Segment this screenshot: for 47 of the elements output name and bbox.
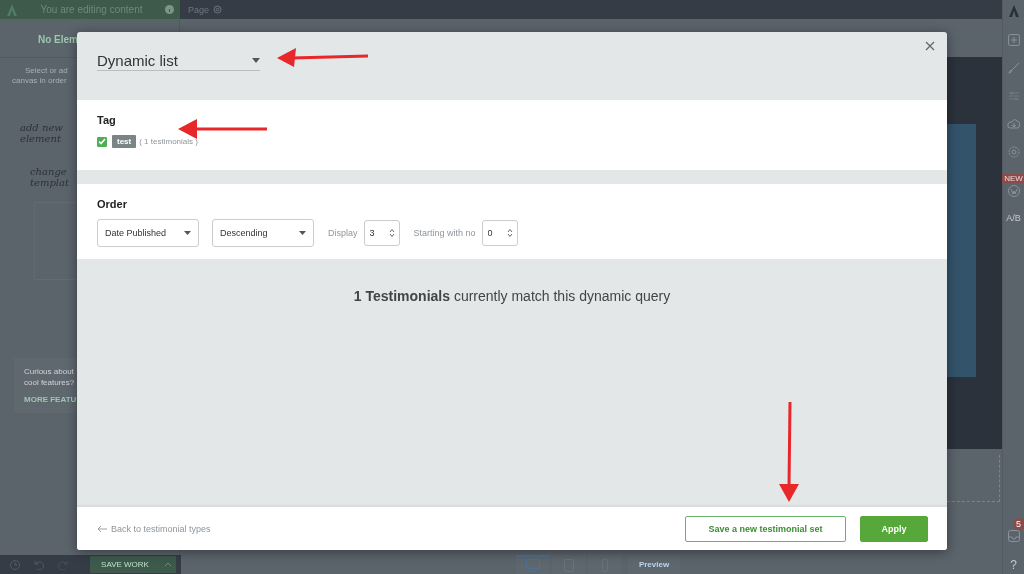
match-summary: 1 Testimonials currently match this dynamic query [353,288,671,306]
plus-icon[interactable] [1007,34,1020,46]
gear-icon[interactable] [213,5,223,14]
desktop-icon [526,559,540,572]
sort-field-dropdown[interactable]: Date Published [97,219,199,247]
field-label: Starting with no [413,228,476,238]
notification-badge: 5 [1012,518,1024,530]
hint-text: canvas in order [12,76,68,86]
apply-button[interactable]: Apply [860,515,928,542]
inbox-icon[interactable] [1007,530,1020,542]
display-count-field[interactable]: 3 [363,220,400,246]
sort-direction-dropdown[interactable]: Descending [212,219,314,247]
new-badge: NEW [1002,174,1024,183]
section-title: Tag [97,114,117,126]
section-title: Order [97,198,128,210]
sliders-icon[interactable] [1007,90,1020,102]
undo-icon[interactable] [34,559,44,570]
clock-icon[interactable] [10,559,20,570]
spinner-icon[interactable] [506,228,513,238]
ab-test-icon[interactable]: A/B [1006,213,1021,223]
help-icon[interactable]: ? [1010,558,1017,572]
save-options-button[interactable] [160,556,176,573]
promo-text: cool features? [24,377,76,388]
field-label: Display [328,228,358,238]
caret-icon [252,58,260,63]
save-work-button[interactable]: SAVE WORK [90,556,160,573]
tag-count: ( 1 testimonials ) [139,137,198,146]
arrow-left-icon [97,524,107,533]
logo-icon[interactable] [1007,4,1020,18]
wordpress-icon[interactable] [1007,185,1020,197]
settings-icon[interactable] [1007,146,1020,158]
caret-icon [184,231,191,235]
info-icon[interactable] [165,5,174,14]
caret-icon [299,231,306,235]
spinner-icon[interactable] [388,228,395,238]
check-icon [98,138,106,145]
back-link[interactable]: Back to testimonial types [97,523,211,534]
tag-chip: test [112,135,137,148]
save-set-button[interactable]: Save a new testimonial set [685,515,846,542]
promo-text: Curious about [24,366,75,377]
close-icon[interactable] [925,41,935,51]
logo-icon[interactable] [6,2,18,17]
cloud-download-icon[interactable] [1006,118,1021,130]
list-type-dropdown[interactable]: Dynamic list [97,52,260,71]
start-offset-field[interactable]: 0 [481,220,518,246]
checkbox[interactable] [97,136,107,147]
caret-icon [164,562,172,567]
